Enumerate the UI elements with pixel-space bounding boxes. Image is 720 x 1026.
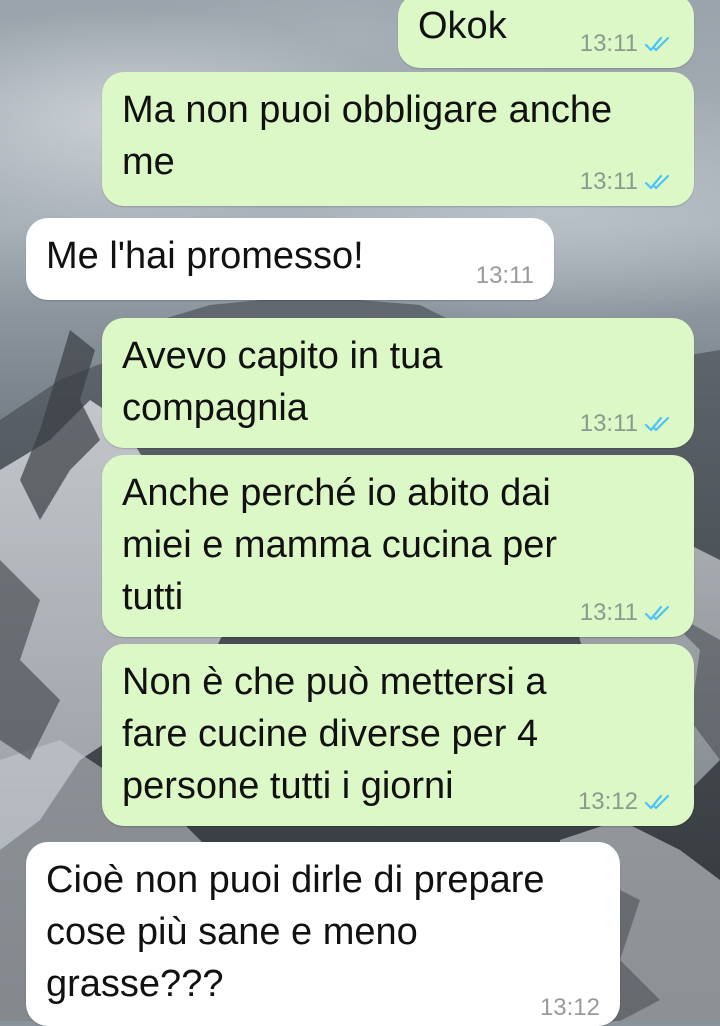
message-bubble-outgoing[interactable]: Non è che può mettersi a fare cucine div… [102, 644, 694, 826]
message-time: 13:11 [579, 410, 638, 437]
message-meta: 13:12 [578, 788, 674, 816]
message-meta: 13:11 [476, 262, 534, 290]
message-time: 13:11 [579, 599, 638, 626]
message-meta: 13:11 [580, 168, 674, 196]
double-check-icon [644, 173, 674, 191]
message-meta: 13:11 [580, 410, 674, 438]
message-text: Me l'hai promesso! [46, 235, 364, 277]
message-time: 13:11 [579, 168, 638, 195]
message-text: Cioè non puoi dirle di prepare cose più … [46, 859, 545, 1005]
message-bubble-incoming[interactable]: Me l'hai promesso! 13:11 [26, 218, 554, 300]
message-bubble-outgoing[interactable]: Avevo capito in tua compagnia 13:11 [102, 318, 694, 448]
double-check-icon [644, 604, 674, 622]
message-time: 13:12 [539, 994, 600, 1021]
message-time: 13:11 [579, 30, 638, 57]
message-meta: 13:11 [580, 599, 674, 627]
double-check-icon [644, 35, 674, 53]
message-meta: 13:12 [540, 994, 600, 1022]
message-bubble-outgoing[interactable]: Anche perché io abito dai miei e mamma c… [102, 455, 694, 637]
message-time: 13:12 [577, 788, 638, 815]
message-bubble-outgoing[interactable]: Ma non puoi obbligare anche me 13:11 [102, 72, 694, 206]
message-bubble-outgoing[interactable]: Okok 13:11 [398, 0, 694, 68]
message-time: 13:11 [475, 262, 534, 289]
message-meta: 13:11 [580, 30, 674, 58]
double-check-icon [644, 793, 674, 811]
message-list[interactable]: Okok 13:11 Ma non puoi obbligare anche m… [0, 0, 720, 1026]
double-check-icon [644, 415, 674, 433]
message-bubble-incoming[interactable]: Cioè non puoi dirle di prepare cose più … [26, 842, 620, 1026]
